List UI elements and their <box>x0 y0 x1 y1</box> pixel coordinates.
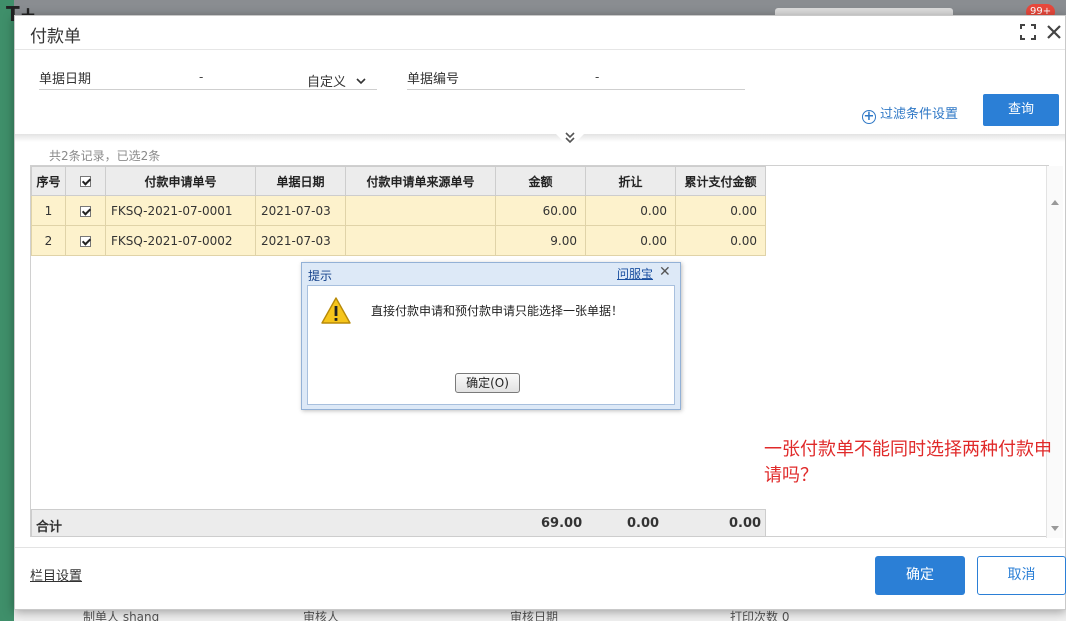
row-amount: 9.00 <box>495 225 586 256</box>
table-header-row: 序号 付款申请单号 单据日期 付款申请单来源单号 金额 折让 累计支付金额 <box>31 166 766 196</box>
warning-icon <box>321 297 351 324</box>
column-settings-link[interactable]: 栏目设置 <box>30 565 82 584</box>
alert-title: 提示 <box>308 269 333 283</box>
number-filter: 单据编号 - <box>407 66 745 90</box>
col-source-number: 付款申请单来源单号 <box>345 166 496 196</box>
close-icon[interactable] <box>1045 23 1063 41</box>
help-link[interactable]: 问服宝 <box>617 265 653 282</box>
row-request-number: FKSQ-2021-07-0001 <box>105 195 256 226</box>
chevron-down-icon <box>356 78 366 85</box>
date-filter-value[interactable]: - <box>199 70 203 84</box>
cancel-button[interactable]: 取消 <box>977 556 1066 595</box>
row-paid: 0.00 <box>675 225 766 256</box>
col-paid: 累计支付金额 <box>675 166 766 196</box>
row-amount: 60.00 <box>495 195 586 226</box>
total-discount: 0.00 <box>627 516 660 531</box>
row-source-number <box>345 195 496 226</box>
dialog-header: 付款单 <box>15 16 1065 50</box>
row-seq: 2 <box>31 225 66 256</box>
row-date: 2021-07-03 <box>255 225 346 256</box>
col-date: 单据日期 <box>255 166 346 196</box>
row-seq: 1 <box>31 195 66 226</box>
row-source-number <box>345 225 496 256</box>
row-discount: 0.00 <box>585 225 676 256</box>
record-count: 共2条记录，已选2条 <box>49 149 161 163</box>
plus-circle-icon: + <box>862 109 876 124</box>
number-filter-label: 单据编号 <box>407 72 460 87</box>
total-row: 合计 69.00 0.00 0.00 <box>31 509 766 537</box>
total-paid: 0.00 <box>729 516 762 531</box>
alert-dialog: 提示 问服宝 ✕ 直接付款申请和预付款申请只能选择一张单据！ 确定(O) <box>301 262 681 410</box>
row-checkbox[interactable] <box>80 205 91 217</box>
close-icon[interactable]: ✕ <box>659 264 671 280</box>
total-label: 合计 <box>36 520 63 535</box>
request-table: 序号 付款申请单号 单据日期 付款申请单来源单号 金额 折让 累计支付金额 1 … <box>31 166 766 256</box>
col-select-all[interactable] <box>65 166 106 196</box>
col-amount: 金额 <box>495 166 586 196</box>
scroll-down-icon[interactable] <box>1051 526 1059 531</box>
row-request-number: FKSQ-2021-07-0002 <box>105 225 256 256</box>
number-filter-value[interactable]: - <box>595 70 599 84</box>
table-row[interactable]: 2 FKSQ-2021-07-0002 2021-07-03 9.00 0.00… <box>31 225 766 256</box>
date-range-select[interactable]: 自定义 <box>307 71 366 90</box>
row-date: 2021-07-03 <box>255 195 346 226</box>
row-paid: 0.00 <box>675 195 766 226</box>
col-seq: 序号 <box>31 166 66 196</box>
maximize-icon[interactable] <box>1019 23 1037 41</box>
row-select-cell[interactable] <box>65 195 106 226</box>
footer-divider <box>15 547 1065 548</box>
filter-divider <box>15 134 1065 142</box>
filter-settings-label: 过滤条件设置 <box>880 107 959 122</box>
dialog-title: 付款单 <box>30 27 81 47</box>
alert-ok-button[interactable]: 确定(O) <box>455 373 520 393</box>
row-discount: 0.00 <box>585 195 676 226</box>
alert-body: 直接付款申请和预付款申请只能选择一张单据！ 确定(O) <box>307 285 675 405</box>
alert-message: 直接付款申请和预付款申请只能选择一张单据！ <box>371 304 624 318</box>
confirm-button[interactable]: 确定 <box>875 556 965 595</box>
col-request-number: 付款申请单号 <box>105 166 256 196</box>
date-range-select-label: 自定义 <box>307 75 347 90</box>
filter-settings-link[interactable]: + 过滤条件设置 <box>862 103 959 124</box>
date-filter-label: 单据日期 <box>39 72 92 87</box>
row-select-cell[interactable] <box>65 225 106 256</box>
table-row[interactable]: 1 FKSQ-2021-07-0001 2021-07-03 60.00 0.0… <box>31 195 766 226</box>
date-filter: 单据日期 - 自定义 <box>39 66 377 90</box>
scroll-up-icon[interactable] <box>1051 200 1059 205</box>
total-amount: 69.00 <box>541 516 583 531</box>
row-checkbox[interactable] <box>80 235 91 247</box>
select-all-checkbox[interactable] <box>80 176 91 187</box>
background-sidebar <box>0 0 14 621</box>
query-button[interactable]: 查询 <box>983 94 1059 126</box>
col-discount: 折让 <box>585 166 676 196</box>
collapse-chevron-icon[interactable] <box>552 130 588 152</box>
annotation-question: 一张付款单不能同时选择两种付款申请吗？ <box>764 439 1052 486</box>
